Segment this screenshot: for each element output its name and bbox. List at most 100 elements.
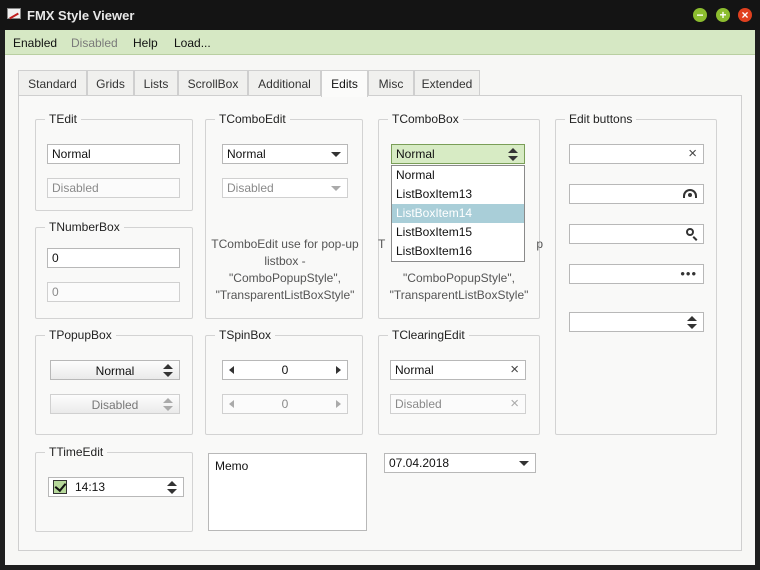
tcombobox-popup-list: Normal ListBoxItem13 ListBoxItem14 ListB… <box>391 165 525 262</box>
tpopupbox-normal[interactable]: Normal <box>50 360 180 380</box>
tspinbox-group: TSpinBox 0 0 <box>205 328 363 435</box>
list-item[interactable]: ListBoxItem13 <box>392 185 524 204</box>
tcombobox-note-line3: "ComboPopupStyle", <box>403 271 515 285</box>
tnumberbox-group: TNumberBox 0 0 <box>35 220 193 319</box>
tcomboedit-disabled-value: Disabled <box>227 181 274 195</box>
tspinbox-input[interactable]: 0 <box>222 360 348 380</box>
clear-button-edit[interactable]: × <box>569 144 704 164</box>
ttimeedit-value: 14:13 <box>75 480 106 494</box>
tab-lists[interactable]: Lists <box>134 70 178 96</box>
tclearingedit-title: TClearingEdit <box>388 328 469 342</box>
tnumberbox-input[interactable]: 0 <box>47 248 180 268</box>
spin-icon[interactable] <box>687 316 697 329</box>
tab-standard[interactable]: Standard <box>18 70 87 96</box>
tcomboedit-normal[interactable]: Normal <box>222 144 348 164</box>
tab-misc[interactable]: Misc <box>368 70 414 96</box>
clear-icon[interactable]: × <box>688 146 697 162</box>
tedit-title: TEdit <box>45 112 82 126</box>
tspinbox-value: 0 <box>281 363 289 377</box>
tcombobox-note-line4: "TransparentListBoxStyle" <box>389 288 529 302</box>
tspinbox-disabled: 0 <box>222 394 348 414</box>
password-eye-icon[interactable] <box>683 189 697 198</box>
tclearingedit-disabled: Disabled × <box>390 394 526 414</box>
tedit-normal-input[interactable]: Normal <box>47 144 180 164</box>
minimize-button[interactable]: − <box>693 8 707 22</box>
chevron-down-icon <box>331 186 341 191</box>
ttimeedit-input[interactable]: 14:13 <box>48 477 184 497</box>
tpopupbox-disabled-value: Disabled <box>91 398 139 412</box>
list-item[interactable]: Normal <box>392 166 524 185</box>
chevron-down-icon[interactable] <box>519 461 529 466</box>
tedit-group: TEdit Normal Disabled <box>35 112 193 211</box>
tpopupbox-title: TPopupBox <box>45 328 116 342</box>
tcomboedit-disabled: Disabled <box>222 178 348 198</box>
chevron-down-icon[interactable] <box>331 152 341 157</box>
title-bar: FMX Style Viewer − + × <box>0 0 760 30</box>
clear-icon[interactable]: × <box>510 362 519 378</box>
spin-edit[interactable] <box>569 312 704 332</box>
ttimeedit-title: TTimeEdit <box>45 445 108 459</box>
tcomboedit-group: TComboEdit Normal Disabled TComboEdit us… <box>205 112 363 319</box>
tab-extended[interactable]: Extended <box>414 70 480 96</box>
tclearingedit-input[interactable]: Normal × <box>390 360 526 380</box>
edit-buttons-title: Edit buttons <box>565 112 637 126</box>
list-item-selected[interactable]: ListBoxItem14 <box>392 204 524 223</box>
search-icon[interactable] <box>686 228 694 236</box>
date-value: 07.04.2018 <box>389 456 450 470</box>
search-edit[interactable] <box>569 224 704 244</box>
tnumberbox-title: TNumberBox <box>45 220 124 234</box>
tspinbox-disabled-value: 0 <box>281 397 289 411</box>
maximize-button[interactable]: + <box>716 8 730 22</box>
ellipsis-edit[interactable]: ••• <box>569 264 704 284</box>
ellipsis-icon[interactable]: ••• <box>680 266 697 281</box>
tclearingedit-value: Normal <box>395 363 434 377</box>
tpopupbox-group: TPopupBox Normal Disabled <box>35 328 193 435</box>
list-item[interactable]: ListBoxItem16 <box>392 242 524 261</box>
date-edit[interactable]: 07.04.2018 <box>384 453 536 473</box>
close-button[interactable]: × <box>738 8 752 22</box>
tcomboedit-normal-value: Normal <box>227 147 266 161</box>
spin-right-icon[interactable] <box>336 366 341 374</box>
tspinbox-title: TSpinBox <box>215 328 276 342</box>
tclearingedit-disabled-value: Disabled <box>395 397 442 411</box>
tcomboedit-title: TComboEdit <box>215 112 290 126</box>
menu-disabled[interactable]: Disabled <box>71 36 118 50</box>
window-title: FMX Style Viewer <box>27 8 135 23</box>
tcombobox-dropdown[interactable]: Normal <box>391 144 525 164</box>
tcomboedit-note: TComboEdit use for pop-up listbox - "Com… <box>211 237 359 302</box>
edit-buttons-group: Edit buttons × ••• <box>555 112 717 435</box>
tclearingedit-group: TClearingEdit Normal × Disabled × <box>378 328 540 435</box>
spin-left-icon[interactable] <box>229 366 234 374</box>
menu-bar: Enabled Disabled Help Load... <box>5 30 755 55</box>
password-edit[interactable] <box>569 184 704 204</box>
memo-field[interactable]: Memo <box>208 453 367 531</box>
tedit-disabled-input: Disabled <box>47 178 180 198</box>
menu-enabled[interactable]: Enabled <box>13 36 57 50</box>
tpopupbox-disabled: Disabled <box>50 394 180 414</box>
tcombobox-selected-value: Normal <box>396 147 435 161</box>
tcombobox-note-prefix: T <box>378 237 386 251</box>
tab-edits[interactable]: Edits <box>321 70 368 97</box>
clear-icon: × <box>510 395 519 412</box>
tab-additional[interactable]: Additional <box>248 70 321 96</box>
tcombobox-group: TComboBox Normal T p "ComboPopupStyle", … <box>378 112 543 319</box>
edits-tab-panel: TEdit Normal Disabled TComboEdit Normal … <box>18 95 742 551</box>
tcombobox-title: TComboBox <box>388 112 463 126</box>
updown-icon <box>508 148 518 161</box>
tcombobox-note-suffix: p <box>536 237 543 251</box>
tab-grids[interactable]: Grids <box>87 70 134 96</box>
tab-scrollbox[interactable]: ScrollBox <box>178 70 248 96</box>
list-item[interactable]: ListBoxItem15 <box>392 223 524 242</box>
tnumberbox-disabled-input: 0 <box>47 282 180 302</box>
menu-help[interactable]: Help <box>133 36 158 50</box>
updown-icon <box>163 398 173 411</box>
ttimeedit-group: TTimeEdit 14:13 <box>35 445 193 532</box>
window-frame: Enabled Disabled Help Load... Standard G… <box>5 30 755 565</box>
menu-load[interactable]: Load... <box>174 36 211 50</box>
spin-right-icon <box>336 400 341 408</box>
updown-icon <box>163 364 173 377</box>
app-icon <box>7 8 21 19</box>
updown-icon[interactable] <box>167 481 177 494</box>
checkbox-checked[interactable] <box>53 480 67 494</box>
spin-left-icon <box>229 400 234 408</box>
